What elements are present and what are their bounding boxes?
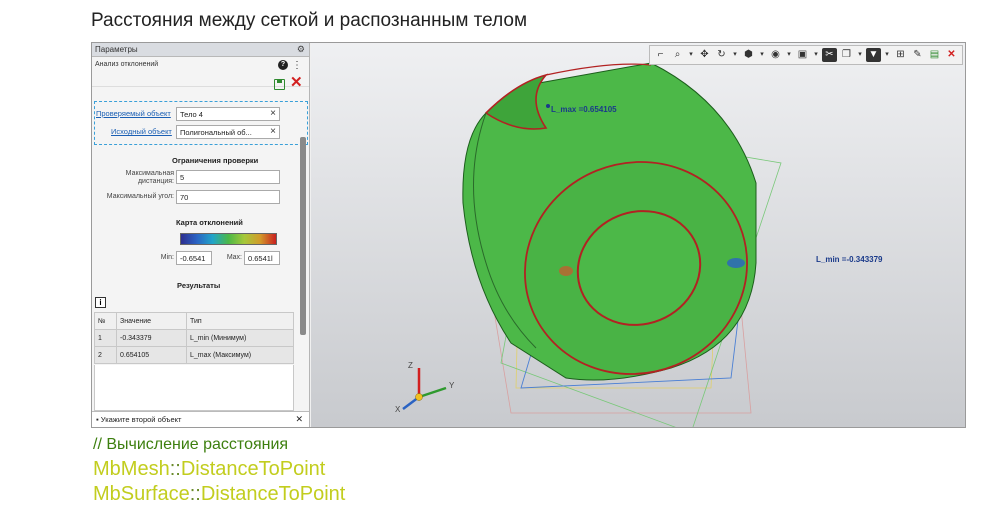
help-icon[interactable]: ? (278, 60, 288, 70)
code-method: DistanceToPoint (200, 483, 346, 505)
code-separator: :: (189, 483, 201, 505)
parameters-panel: Параметры ⚙ Анализ отклонений ? ⋮ ✕ Пров… (92, 43, 310, 427)
pan-icon[interactable]: ✥ (697, 48, 712, 62)
lmin-spot (727, 258, 745, 268)
table-cell: -0.343379 (116, 329, 187, 347)
table-cell: L_min (Минимум) (186, 329, 294, 347)
page-title: Расстояния между сеткой и распознанным т… (91, 10, 528, 31)
close-icon[interactable]: ✕ (290, 75, 303, 90)
chevron-down-icon[interactable]: ▾ (856, 48, 864, 62)
axis-origin (415, 393, 423, 401)
max-distance-label-2: дистанция: (137, 178, 174, 185)
checked-object-field[interactable]: Тело 4 × (176, 107, 280, 121)
save-icon[interactable]: ▤ (927, 48, 942, 62)
results-table: № Значение Тип 1 -0.343379 L_min (Миниму… (94, 312, 294, 364)
table-header-cell: № (94, 312, 117, 330)
properties-icon[interactable]: ⊞ (893, 48, 908, 62)
orientation-icon[interactable]: ⬢ (741, 48, 756, 62)
max-angle-input[interactable]: 70 (176, 190, 280, 204)
source-object-field[interactable]: Полигональный об... × (176, 125, 280, 139)
panel-scrollbar[interactable] (300, 137, 306, 335)
status-icon: ▪ (96, 415, 99, 424)
chevron-down-icon[interactable]: ▾ (785, 48, 793, 62)
frame-icon[interactable]: ⌐ (653, 48, 668, 62)
subheader-title: Анализ отклонений (95, 61, 159, 68)
zoom-icon[interactable]: ⌕ (670, 48, 685, 62)
checked-object-value: Тело 4 (180, 110, 203, 119)
table-cell: L_max (Максимум) (186, 346, 294, 364)
max-distance-input[interactable]: 5 (176, 170, 280, 184)
source-object-link[interactable]: Исходный объект (111, 127, 172, 136)
code-separator: :: (169, 458, 181, 480)
chevron-down-icon[interactable]: ▾ (812, 48, 820, 62)
max-distance-label-1: Максимальная (125, 170, 174, 177)
max-label: Max: (226, 254, 242, 261)
code-class: MbMesh (93, 458, 170, 480)
table-header-cell: Значение (116, 312, 187, 330)
clear-icon[interactable]: × (270, 126, 276, 137)
clear-icon[interactable]: × (270, 108, 276, 119)
max-angle-label: Максимальный угол: (106, 193, 174, 200)
source-object-value: Полигональный об... (180, 128, 252, 137)
rotate-icon[interactable]: ↻ (714, 48, 729, 62)
layers-icon[interactable]: ❐ (839, 48, 854, 62)
checked-object-link[interactable]: Проверяемый объект (96, 109, 171, 118)
results-title: Результаты (177, 281, 221, 290)
code-comment: // Вычисление расстояния (93, 436, 289, 453)
panel-header: Параметры ⚙ (92, 43, 309, 57)
edit-icon[interactable]: ✎ (910, 48, 925, 62)
results-empty-area (94, 365, 294, 411)
display-mode-icon[interactable]: ▣ (795, 48, 810, 62)
code-class: MbSurface (93, 483, 190, 505)
filter-icon[interactable]: ▼ (866, 48, 881, 62)
status-bar: ▪ Укажите второй объект ✕ (92, 411, 309, 427)
max-input[interactable]: 0.6541l (244, 251, 280, 265)
axis-y-line (418, 386, 447, 399)
axis-y-label: Y (449, 381, 455, 390)
min-input[interactable]: -0.6541 (176, 251, 212, 265)
lmin-label: L_min =-0.343379 (816, 255, 883, 264)
3d-viewport[interactable]: L_max =0.654105 L_min =-0.343379 Z X Y ⌐… (311, 43, 965, 427)
table-cell: 2 (94, 346, 117, 364)
code-method: DistanceToPoint (180, 458, 326, 480)
limits-title: Ограничения проверки (172, 156, 259, 165)
table-cell: 0.654105 (116, 346, 187, 364)
view-toolbar: ⌐ ⌕ ▾ ✥ ↻ ▾ ⬢ ▾ ◉ ▾ ▣ ▾ ✂ ❐ ▾ ▼ ▾ ⊞ ✎ ▤ … (649, 45, 963, 65)
visibility-icon[interactable]: ◉ (768, 48, 783, 62)
gear-icon[interactable]: ⚙ (297, 44, 305, 55)
save-icon[interactable] (274, 79, 285, 90)
chevron-down-icon[interactable]: ▾ (883, 48, 891, 62)
code-line-mesh: MbMesh::DistanceToPoint (93, 458, 325, 481)
app-window: Параметры ⚙ Анализ отклонений ? ⋮ ✕ Пров… (91, 42, 966, 428)
table-row[interactable]: 2 0.654105 L_max (Максимум) (94, 346, 294, 364)
deviation-color-bar (180, 233, 277, 245)
table-header-cell: Тип (186, 312, 294, 330)
status-close-icon[interactable]: ✕ (295, 414, 303, 425)
table-cell: 1 (94, 329, 117, 347)
table-row[interactable]: 1 -0.343379 L_min (Минимум) (94, 329, 294, 347)
tree-icon[interactable]: ⋮ (292, 60, 302, 71)
status-text: Укажите второй объект (100, 415, 182, 424)
section-icon[interactable]: ✂ (822, 48, 837, 62)
axis-z-label: Z (408, 361, 413, 370)
close-icon[interactable]: ✕ (944, 48, 959, 62)
chevron-down-icon[interactable]: ▾ (731, 48, 739, 62)
table-header-row: № Значение Тип (94, 312, 294, 330)
code-line-surface: MbSurface::DistanceToPoint (93, 483, 345, 506)
map-title: Карта отклонений (176, 218, 243, 227)
chevron-down-icon[interactable]: ▾ (687, 48, 695, 62)
min-label: Min: (160, 254, 174, 261)
lmax-point (546, 104, 550, 108)
panel-header-title: Параметры (95, 45, 138, 54)
deviation-spot (559, 266, 573, 276)
info-icon[interactable]: i (95, 297, 106, 308)
lmax-label: L_max =0.654105 (551, 105, 617, 114)
axis-x-label: X (395, 405, 401, 414)
chevron-down-icon[interactable]: ▾ (758, 48, 766, 62)
